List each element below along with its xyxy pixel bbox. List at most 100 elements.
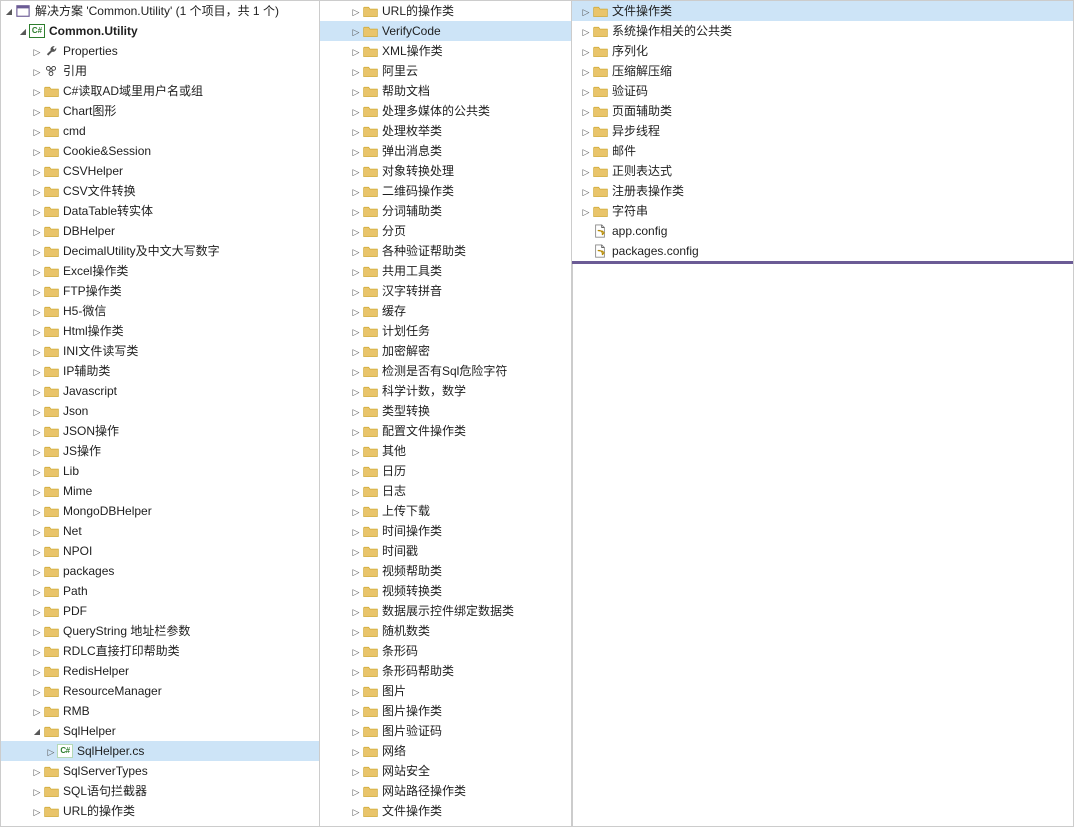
folder-node[interactable]: Cookie&Session — [1, 141, 319, 161]
folder-node[interactable]: C#读取AD域里用户名或组 — [1, 81, 319, 101]
expand-arrow-icon[interactable] — [580, 21, 592, 42]
folder-node[interactable]: CSV文件转换 — [1, 181, 319, 201]
expand-arrow-icon[interactable] — [350, 601, 362, 622]
folder-node[interactable]: 字符串 — [572, 201, 1073, 221]
folder-node[interactable]: DataTable转实体 — [1, 201, 319, 221]
folder-node[interactable]: 帮助文档 — [320, 81, 571, 101]
folder-node[interactable]: 条形码帮助类 — [320, 661, 571, 681]
expand-arrow-icon[interactable] — [31, 541, 43, 562]
expand-arrow-icon[interactable] — [350, 181, 362, 202]
folder-node[interactable]: JS操作 — [1, 441, 319, 461]
folder-node[interactable]: RMB — [1, 701, 319, 721]
expand-arrow-icon[interactable] — [31, 81, 43, 102]
expand-arrow-icon[interactable] — [31, 641, 43, 662]
folder-node[interactable]: XML操作类 — [320, 41, 571, 61]
expand-arrow-icon[interactable] — [580, 121, 592, 142]
expand-arrow-icon[interactable] — [580, 61, 592, 82]
expand-arrow-icon[interactable] — [350, 321, 362, 342]
expand-arrow-icon[interactable] — [350, 341, 362, 362]
folder-node[interactable]: Mime — [1, 481, 319, 501]
folder-node[interactable]: 网站路径操作类 — [320, 781, 571, 801]
expand-arrow-icon[interactable] — [580, 161, 592, 182]
folder-node[interactable]: 图片操作类 — [320, 701, 571, 721]
folder-node[interactable]: 类型转换 — [320, 401, 571, 421]
folder-node[interactable]: packages — [1, 561, 319, 581]
folder-node-sqlhelper[interactable]: SqlHelper — [1, 721, 319, 741]
folder-node[interactable]: 视频转换类 — [320, 581, 571, 601]
expand-arrow-icon[interactable] — [31, 461, 43, 482]
expand-arrow-icon[interactable] — [350, 761, 362, 782]
expand-arrow-icon[interactable] — [31, 681, 43, 702]
expand-arrow-icon[interactable] — [350, 541, 362, 562]
folder-node[interactable]: 处理枚举类 — [320, 121, 571, 141]
expand-arrow-icon[interactable] — [350, 281, 362, 302]
config-file-node[interactable]: packages.config — [572, 241, 1073, 261]
folder-node[interactable]: ResourceManager — [1, 681, 319, 701]
expand-arrow-icon[interactable] — [31, 301, 43, 322]
folder-node[interactable]: 科学计数，数学 — [320, 381, 571, 401]
folder-node[interactable]: 分页 — [320, 221, 571, 241]
folder-node[interactable]: CSVHelper — [1, 161, 319, 181]
expand-arrow-icon[interactable] — [350, 461, 362, 482]
expand-arrow-icon[interactable] — [31, 781, 43, 802]
folder-node[interactable]: 分词辅助类 — [320, 201, 571, 221]
folder-node[interactable]: H5-微信 — [1, 301, 319, 321]
expand-arrow-icon[interactable] — [580, 181, 592, 202]
expand-arrow-icon[interactable] — [17, 20, 29, 42]
folder-node[interactable]: DBHelper — [1, 221, 319, 241]
expand-arrow-icon[interactable] — [580, 141, 592, 162]
expand-arrow-icon[interactable] — [31, 361, 43, 382]
folder-node[interactable]: 二维码操作类 — [320, 181, 571, 201]
folder-node[interactable]: 计划任务 — [320, 321, 571, 341]
expand-arrow-icon[interactable] — [31, 381, 43, 402]
expand-arrow-icon[interactable] — [31, 720, 43, 742]
expand-arrow-icon[interactable] — [350, 301, 362, 322]
expand-arrow-icon[interactable] — [31, 661, 43, 682]
folder-node[interactable]: 序列化 — [572, 41, 1073, 61]
folder-node[interactable]: 图片 — [320, 681, 571, 701]
expand-arrow-icon[interactable] — [350, 161, 362, 182]
expand-arrow-icon[interactable] — [350, 701, 362, 722]
folder-node[interactable]: 注册表操作类 — [572, 181, 1073, 201]
expand-arrow-icon[interactable] — [350, 441, 362, 462]
folder-node[interactable]: DecimalUtility及中文大写数字 — [1, 241, 319, 261]
folder-node[interactable]: 缓存 — [320, 301, 571, 321]
folder-node[interactable]: 各种验证帮助类 — [320, 241, 571, 261]
expand-arrow-icon[interactable] — [31, 241, 43, 262]
expand-arrow-icon[interactable] — [350, 241, 362, 262]
folder-node[interactable]: MongoDBHelper — [1, 501, 319, 521]
properties-node[interactable]: Properties — [1, 41, 319, 61]
folder-node[interactable]: 共用工具类 — [320, 261, 571, 281]
folder-node[interactable]: Lib — [1, 461, 319, 481]
expand-arrow-icon[interactable] — [31, 181, 43, 202]
expand-arrow-icon[interactable] — [350, 561, 362, 582]
folder-node[interactable]: 视频帮助类 — [320, 561, 571, 581]
expand-arrow-icon[interactable] — [31, 221, 43, 242]
expand-arrow-icon[interactable] — [31, 121, 43, 142]
expand-arrow-icon[interactable] — [31, 701, 43, 722]
folder-node[interactable]: SqlServerTypes — [1, 761, 319, 781]
expand-arrow-icon[interactable] — [350, 361, 362, 382]
expand-arrow-icon[interactable] — [31, 201, 43, 222]
expand-arrow-icon[interactable] — [3, 1, 15, 22]
expand-arrow-icon[interactable] — [31, 161, 43, 182]
folder-node[interactable]: SQL语句拦截器 — [1, 781, 319, 801]
folder-node[interactable]: NPOI — [1, 541, 319, 561]
folder-node[interactable]: QueryString 地址栏参数 — [1, 621, 319, 641]
folder-node[interactable]: INI文件读写类 — [1, 341, 319, 361]
folder-node[interactable]: FTP操作类 — [1, 281, 319, 301]
folder-node[interactable]: Path — [1, 581, 319, 601]
folder-node[interactable]: 网站安全 — [320, 761, 571, 781]
expand-arrow-icon[interactable] — [350, 781, 362, 802]
folder-node[interactable]: 日志 — [320, 481, 571, 501]
folder-node[interactable]: IP辅助类 — [1, 361, 319, 381]
expand-arrow-icon[interactable] — [31, 481, 43, 502]
expand-arrow-icon[interactable] — [580, 101, 592, 122]
folder-node[interactable]: Excel操作类 — [1, 261, 319, 281]
folder-node[interactable]: JSON操作 — [1, 421, 319, 441]
folder-node[interactable]: 压缩解压缩 — [572, 61, 1073, 81]
expand-arrow-icon[interactable] — [31, 41, 43, 62]
folder-node[interactable]: 随机数类 — [320, 621, 571, 641]
expand-arrow-icon[interactable] — [350, 41, 362, 62]
expand-arrow-icon[interactable] — [350, 201, 362, 222]
